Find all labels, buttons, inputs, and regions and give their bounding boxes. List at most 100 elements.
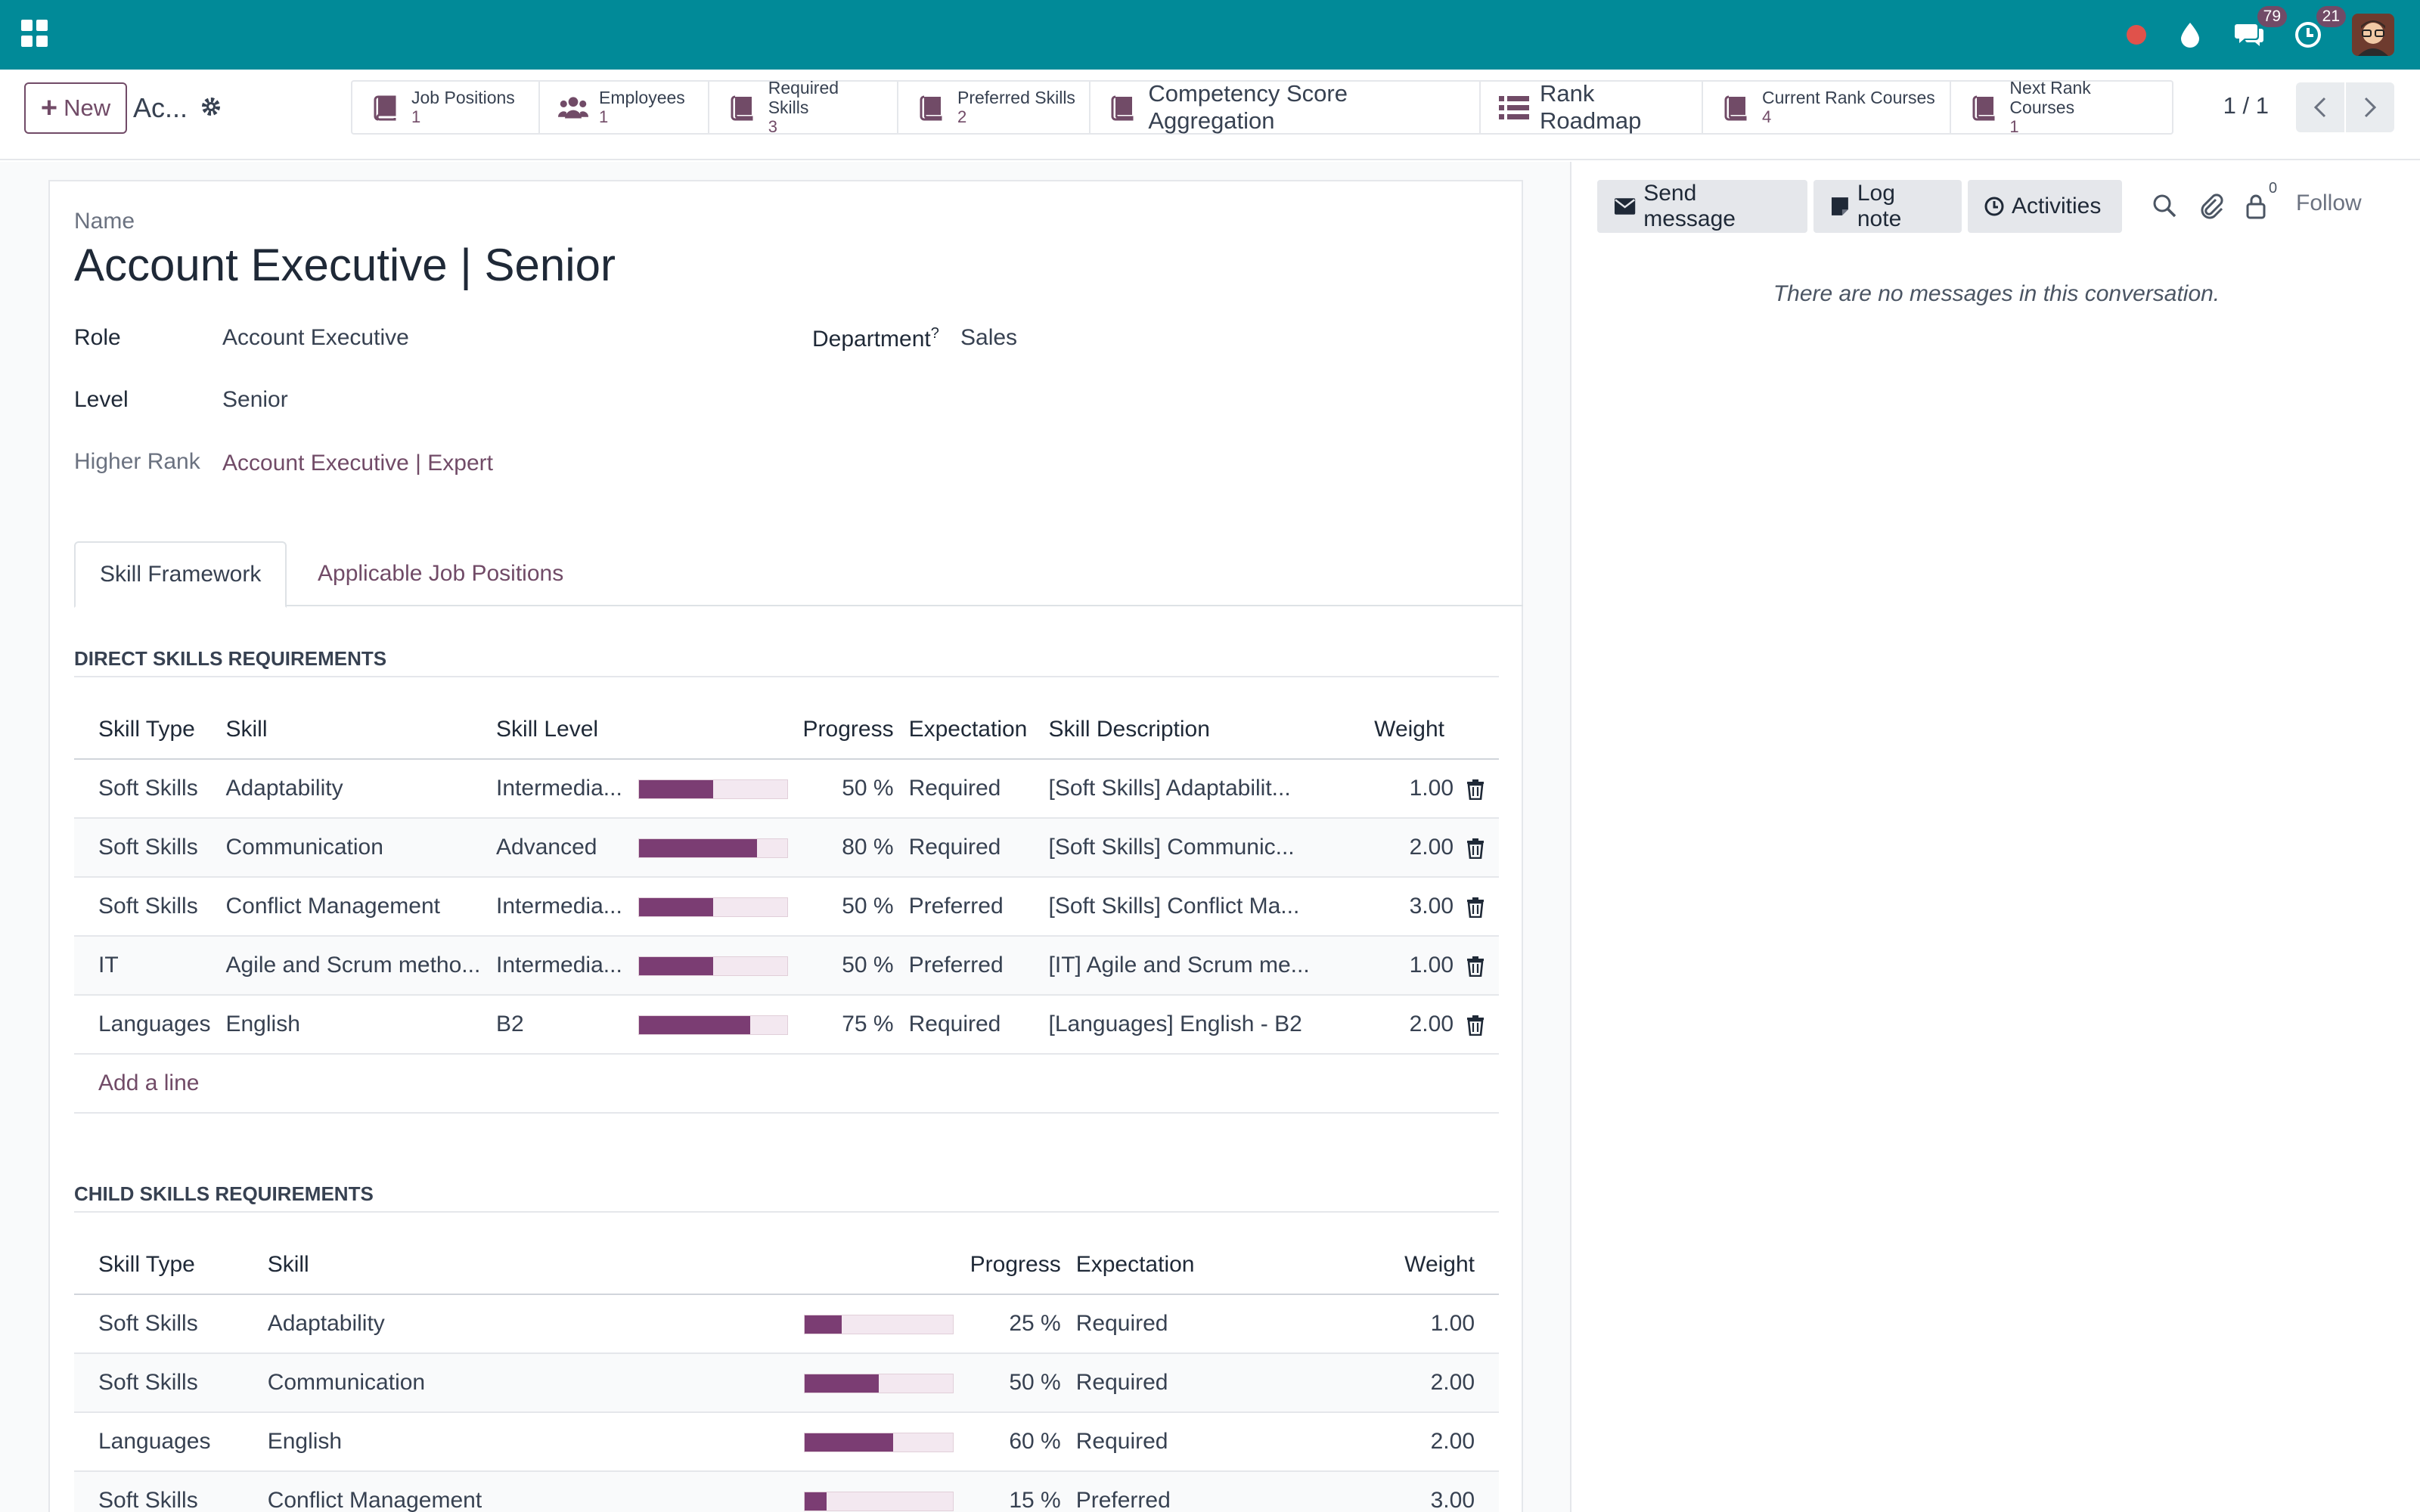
weight-cell[interactable]: 1.00	[1347, 936, 1499, 996]
paperclip-icon[interactable]	[2198, 192, 2225, 219]
level-field[interactable]: Senior	[222, 387, 288, 413]
column-header[interactable]: Skill Description	[1041, 700, 1348, 760]
smart-button-preferred-skills[interactable]: Preferred Skills 2	[898, 82, 1091, 133]
skill-cell[interactable]: Communication	[218, 818, 489, 878]
skill-level-cell[interactable]: B2	[489, 995, 631, 1055]
user-avatar[interactable]	[2352, 14, 2394, 56]
skill-cell[interactable]: Conflict Management	[218, 877, 489, 937]
skill-level-cell[interactable]: Intermedia...	[489, 936, 631, 996]
recording-dot-icon[interactable]	[2127, 25, 2146, 45]
column-header[interactable]: Skill Level	[489, 700, 631, 760]
skill-cell[interactable]: Adaptability	[259, 1294, 796, 1354]
skill-description-cell[interactable]: [Soft Skills] Communic...	[1041, 818, 1348, 878]
smart-button-competency-score-aggregation[interactable]: Competency Score Aggregation	[1091, 80, 1481, 134]
skill-type-cell[interactable]: IT	[74, 936, 219, 996]
table-row[interactable]: Soft Skills Communication Advanced 80 % Requ…	[74, 818, 1499, 878]
skill-type-cell[interactable]: Soft Skills	[74, 818, 219, 878]
messages-icon[interactable]: 79	[2234, 6, 2287, 50]
expectation-cell[interactable]: Required	[1060, 1412, 1350, 1472]
skill-cell[interactable]: Communication	[259, 1353, 796, 1413]
column-header[interactable]: Skill Type	[74, 700, 219, 760]
skill-type-cell[interactable]: Soft Skills	[74, 1294, 260, 1354]
new-button[interactable]: + New	[24, 82, 127, 134]
column-header[interactable]: Skill	[218, 700, 489, 760]
table-row[interactable]: Soft Skills Conflict Management Intermedia…	[74, 877, 1499, 937]
table-row[interactable]: Soft Skills Communication 50 % Required 2.00	[74, 1353, 1499, 1413]
table-row[interactable]: Languages English 60 % Required 2.00	[74, 1412, 1499, 1472]
expectation-cell[interactable]: Required	[1060, 1294, 1350, 1354]
trash-icon[interactable]	[1466, 779, 1485, 801]
expectation-cell[interactable]: Required	[893, 759, 1041, 819]
drop-icon[interactable]	[2175, 20, 2205, 50]
column-header[interactable]: Weight	[1349, 1235, 1499, 1295]
expectation-cell[interactable]: Preferred	[893, 877, 1041, 937]
column-header[interactable]: Expectation	[893, 700, 1041, 760]
smart-button-next-rank-courses[interactable]: Next Rank Courses 1	[1951, 78, 2172, 136]
tab-applicable-job-positions[interactable]: Applicable Job Positions	[293, 541, 588, 606]
weight-cell[interactable]: 1.00	[1349, 1294, 1499, 1354]
table-row[interactable]: Soft Skills Adaptability 25 % Required 1.00	[74, 1294, 1499, 1354]
column-header[interactable]: Skill	[259, 1235, 796, 1295]
apps-menu-icon[interactable]	[21, 20, 48, 47]
table-row[interactable]: IT Agile and Scrum metho... Intermedia... 5…	[74, 936, 1499, 996]
expectation-cell[interactable]: Preferred	[893, 936, 1041, 996]
expectation-cell[interactable]: Required	[893, 818, 1041, 878]
gear-icon[interactable]	[200, 95, 222, 118]
weight-cell[interactable]: 3.00	[1347, 877, 1499, 937]
column-header[interactable]: Progress	[962, 1235, 1061, 1295]
trash-icon[interactable]	[1466, 897, 1485, 919]
weight-cell[interactable]: 2.00	[1349, 1353, 1499, 1413]
skill-type-cell[interactable]: Languages	[74, 995, 219, 1055]
weight-cell[interactable]: 2.00	[1347, 995, 1499, 1055]
tab-skill-framework[interactable]: Skill Framework	[74, 541, 287, 608]
skill-cell[interactable]: English	[259, 1412, 796, 1472]
add-line-link[interactable]: Add a line	[98, 1070, 199, 1095]
pager-next-button[interactable]	[2346, 82, 2394, 132]
skill-description-cell[interactable]: [Languages] English - B2	[1041, 995, 1348, 1055]
skill-level-cell[interactable]: Intermedia...	[489, 877, 631, 937]
trash-icon[interactable]	[1466, 1015, 1485, 1036]
weight-cell[interactable]: 1.00	[1347, 759, 1499, 819]
column-header[interactable]: Progress	[795, 700, 894, 760]
table-row[interactable]: Languages English B2 75 % Required [Languages…	[74, 995, 1499, 1055]
search-icon[interactable]	[2151, 192, 2178, 219]
skill-description-cell[interactable]: [IT] Agile and Scrum me...	[1041, 936, 1348, 996]
smart-button-required-skills[interactable]: Required Skills 3	[709, 78, 898, 136]
skill-cell[interactable]: English	[218, 995, 489, 1055]
skill-cell[interactable]: Conflict Management	[259, 1471, 796, 1512]
expectation-cell[interactable]: Required	[1060, 1353, 1350, 1413]
role-field[interactable]: Account Executive	[222, 325, 409, 351]
skill-cell[interactable]: Agile and Scrum metho...	[218, 936, 489, 996]
table-row[interactable]: Soft Skills Conflict Management 15 % Prefer…	[74, 1471, 1499, 1512]
activities-clock-icon[interactable]: 21	[2293, 6, 2346, 50]
skill-type-cell[interactable]: Soft Skills	[74, 877, 219, 937]
trash-icon[interactable]	[1466, 838, 1485, 860]
weight-cell[interactable]: 2.00	[1349, 1412, 1499, 1472]
record-name-field[interactable]: Account Executive | Senior	[74, 239, 616, 291]
skill-type-cell[interactable]: Languages	[74, 1412, 260, 1472]
skill-type-cell[interactable]: Soft Skills	[74, 1353, 260, 1413]
skill-cell[interactable]: Adaptability	[218, 759, 489, 819]
pager-value[interactable]: 1 / 1	[2223, 92, 2269, 119]
column-header[interactable]: Expectation	[1060, 1235, 1350, 1295]
smart-button-current-rank-courses[interactable]: Current Rank Courses 4	[1703, 82, 1951, 133]
smart-button-rank-roadmap[interactable]: Rank Roadmap	[1481, 80, 1703, 134]
follow-button[interactable]: Follow	[2296, 191, 2362, 216]
send-message-button[interactable]: Send message	[1597, 180, 1807, 233]
lock-icon[interactable]: 0	[2243, 180, 2277, 219]
weight-cell[interactable]: 3.00	[1349, 1471, 1499, 1512]
weight-cell[interactable]: 2.00	[1347, 818, 1499, 878]
skill-type-cell[interactable]: Soft Skills	[74, 759, 219, 819]
department-help-tooltip[interactable]: ?	[931, 325, 939, 342]
smart-button-job-positions[interactable]: Job Positions 1	[352, 82, 540, 133]
skill-level-cell[interactable]: Advanced	[489, 818, 631, 878]
skill-description-cell[interactable]: [Soft Skills] Adaptabilit...	[1041, 759, 1348, 819]
table-row[interactable]: Soft Skills Adaptability Intermedia... 50 %…	[74, 759, 1499, 819]
smart-button-employees[interactable]: Employees 1	[540, 82, 709, 133]
higher-rank-link[interactable]: Account Executive | Expert	[222, 451, 493, 476]
skill-description-cell[interactable]: [Soft Skills] Conflict Ma...	[1041, 877, 1348, 937]
trash-icon[interactable]	[1466, 956, 1485, 978]
activities-button[interactable]: Activities	[1968, 180, 2122, 233]
skill-type-cell[interactable]: Soft Skills	[74, 1471, 260, 1512]
department-field[interactable]: Sales	[960, 325, 1017, 351]
